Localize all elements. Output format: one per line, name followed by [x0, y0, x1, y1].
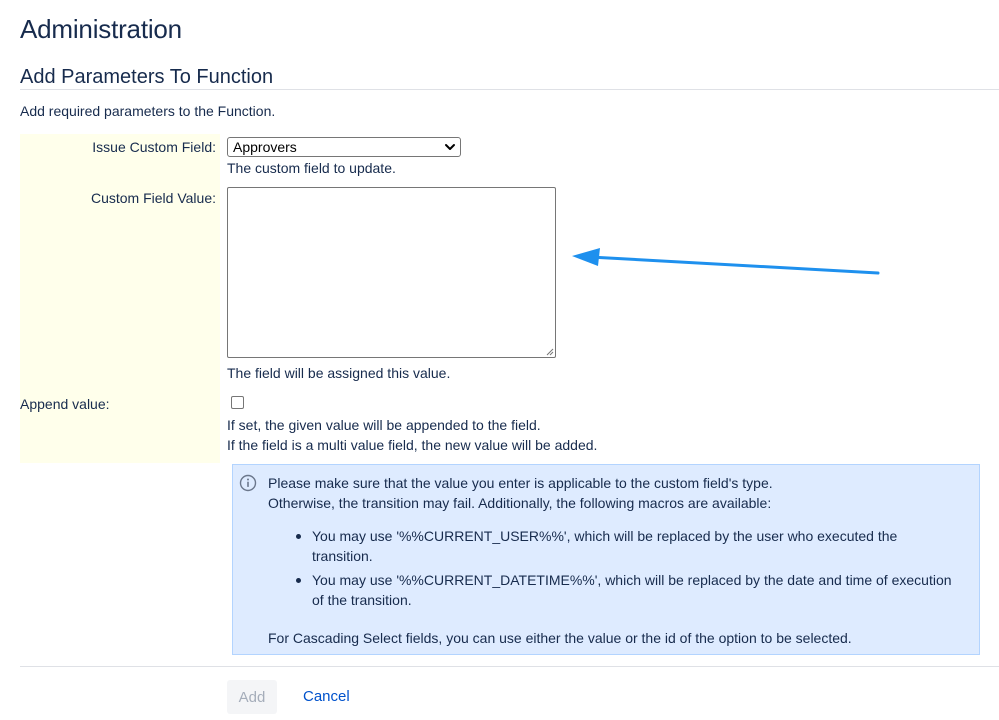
bullet-marker — [296, 534, 301, 539]
resize-grip-icon[interactable] — [545, 347, 554, 356]
issue-custom-field-selected-value: Approvers — [233, 139, 297, 155]
info-bullet-1-line-2: transition. — [312, 548, 373, 564]
section-title: Add Parameters To Function — [20, 66, 274, 88]
cancel-link[interactable]: Cancel — [303, 688, 350, 705]
issue-custom-field-select[interactable]: Approvers — [227, 137, 461, 157]
info-bullet-2-line-2: of the transition. — [312, 592, 412, 608]
custom-field-value-textarea[interactable] — [227, 187, 556, 358]
info-bullet-2-line-1: You may use '%%CURRENT_DATETIME%%', whic… — [312, 572, 952, 588]
add-button[interactable]: Add — [227, 680, 277, 714]
issue-custom-field-label: Issue Custom Field: — [92, 139, 216, 155]
chevron-down-icon — [445, 144, 455, 150]
form-label-column — [20, 134, 220, 463]
append-value-label: Append value: — [20, 396, 110, 412]
info-line-1: Please make sure that the value you ente… — [268, 475, 773, 491]
actions-divider — [20, 666, 999, 667]
bullet-marker — [296, 578, 301, 583]
append-value-help-line-1: If set, the given value will be appended… — [227, 417, 541, 433]
section-description: Add required parameters to the Function. — [20, 103, 276, 119]
custom-field-value-label: Custom Field Value: — [90, 190, 216, 206]
custom-field-value-help: The field will be assigned this value. — [227, 365, 451, 381]
info-footer: For Cascading Select fields, you can use… — [268, 630, 852, 646]
annotation-arrow — [572, 248, 880, 275]
section-divider — [20, 89, 999, 90]
info-bullet-1-line-1: You may use '%%CURRENT_USER%%', which wi… — [312, 528, 898, 544]
info-icon — [239, 474, 257, 492]
page-title: Administration — [20, 14, 182, 44]
issue-custom-field-help: The custom field to update. — [227, 160, 396, 176]
append-value-checkbox[interactable] — [231, 396, 244, 409]
append-value-help-line-2: If the field is a multi value field, the… — [227, 437, 598, 453]
info-line-2: Otherwise, the transition may fail. Addi… — [268, 495, 772, 511]
